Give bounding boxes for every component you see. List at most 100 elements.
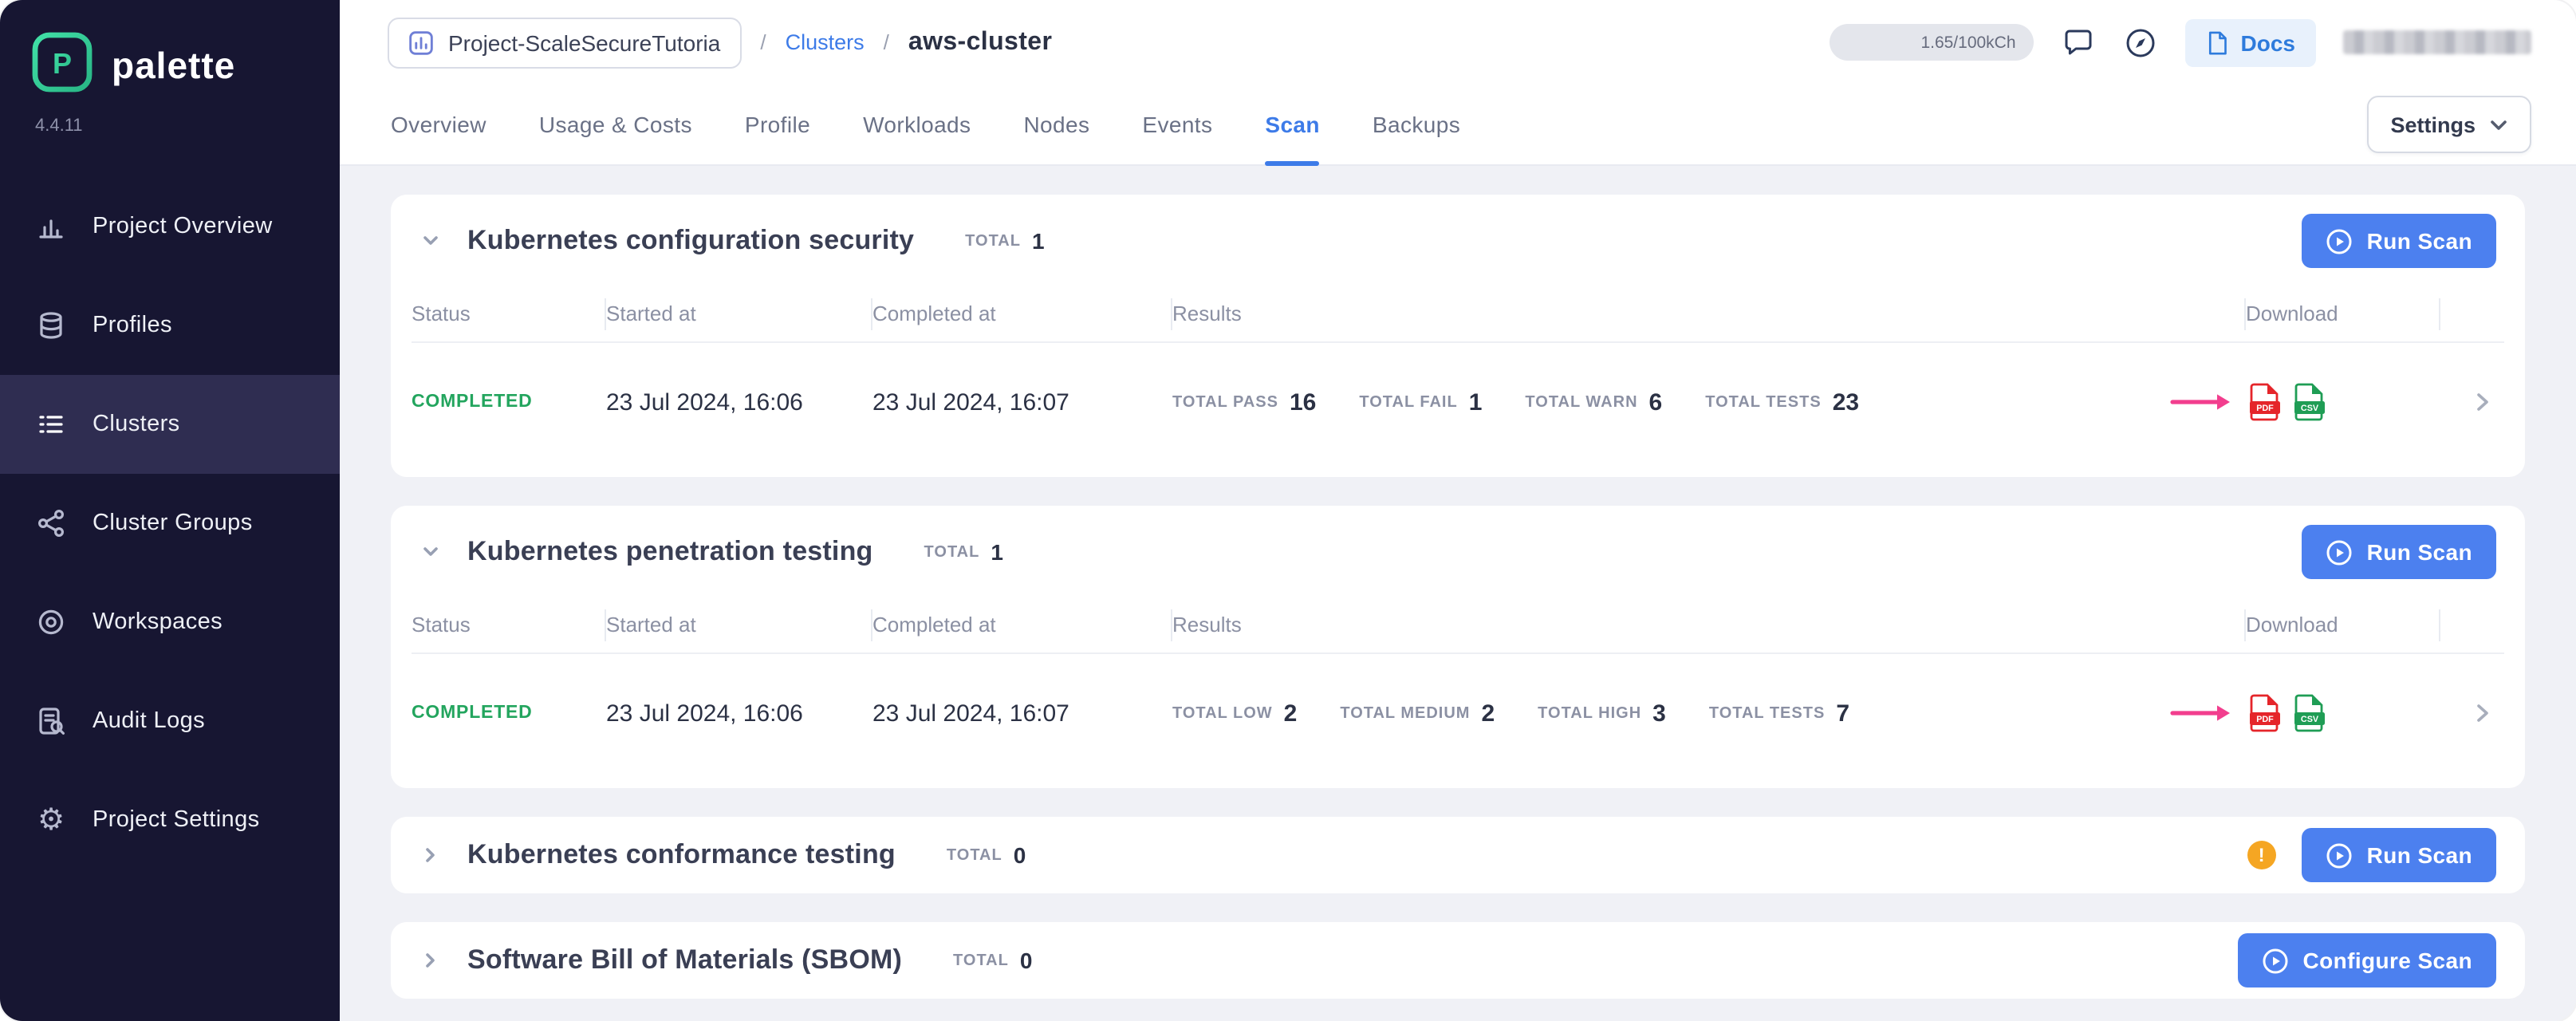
sidebar-item-project-overview[interactable]: Project Overview xyxy=(0,177,340,276)
project-chip-label: Project-ScaleSecureTutoria xyxy=(448,30,720,55)
col-status: Status xyxy=(412,298,606,331)
total-badge: TOTAL 0 xyxy=(947,842,1026,868)
sidebar-item-label: Workspaces xyxy=(93,609,223,635)
version-label: 4.4.11 xyxy=(0,116,340,136)
tab-usage-costs[interactable]: Usage & Costs xyxy=(539,85,692,164)
col-actions xyxy=(2440,609,2504,642)
sidebar-item-clusters[interactable]: Clusters xyxy=(0,375,340,474)
pdf-download-icon[interactable]: PDF xyxy=(2249,694,2281,732)
breadcrumb-clusters-link[interactable]: Clusters xyxy=(786,30,865,54)
tab-backups[interactable]: Backups xyxy=(1373,85,1460,164)
tab-nodes[interactable]: Nodes xyxy=(1023,85,1089,164)
run-scan-button[interactable]: Run Scan xyxy=(2302,214,2496,268)
sidebar-nav: Project Overview Profiles Clusters Clust… xyxy=(0,177,340,869)
usage-pill-value: 1.65/100kCh xyxy=(1920,33,2015,52)
chevron-down-icon[interactable] xyxy=(419,230,442,252)
chat-icon[interactable] xyxy=(2061,25,2096,60)
chevron-right-icon[interactable] xyxy=(419,949,442,972)
tab-profile[interactable]: Profile xyxy=(745,85,810,164)
compass-help-icon[interactable] xyxy=(2123,25,2158,60)
scan-table: Status Started at Completed at Results D… xyxy=(391,287,2525,477)
total-badge: TOTAL 0 xyxy=(953,948,1032,973)
sidebar: P palette 4.4.11 Project Overview Profil… xyxy=(0,0,340,1021)
palette-logo-icon[interactable]: P xyxy=(32,32,93,101)
tab-workloads[interactable]: Workloads xyxy=(863,85,971,164)
sidebar-item-workspaces[interactable]: Workspaces xyxy=(0,573,340,672)
play-icon xyxy=(2326,842,2353,869)
col-started-at: Started at xyxy=(606,298,872,331)
user-account-redacted[interactable] xyxy=(2343,30,2531,54)
tab-events[interactable]: Events xyxy=(1142,85,1212,164)
scan-content: Kubernetes configuration security TOTAL … xyxy=(340,166,2576,1021)
chevron-down-icon[interactable] xyxy=(419,541,442,563)
col-completed-at: Completed at xyxy=(872,298,1172,331)
warning-icon[interactable] xyxy=(2247,841,2276,869)
svg-text:CSV: CSV xyxy=(2301,404,2319,413)
workspaces-icon xyxy=(35,606,67,638)
csv-download-icon[interactable]: CSV xyxy=(2294,383,2326,421)
run-scan-button[interactable]: Run Scan xyxy=(2302,525,2496,579)
scan-section-conformance-testing: Kubernetes conformance testing TOTAL 0 R… xyxy=(391,817,2525,893)
layers-icon xyxy=(35,309,67,341)
svg-text:PDF: PDF xyxy=(2256,404,2274,413)
status-badge: COMPLETED xyxy=(412,704,606,723)
sidebar-item-label: Project Overview xyxy=(93,214,273,239)
cluster-tabs: Overview Usage & Costs Profile Workloads… xyxy=(391,85,1460,164)
project-chart-icon xyxy=(408,30,434,55)
docs-button[interactable]: Docs xyxy=(2185,18,2316,66)
breadcrumb-cluster-name: aws-cluster xyxy=(908,28,1053,57)
pdf-download-icon[interactable]: PDF xyxy=(2249,383,2281,421)
section-title: Kubernetes penetration testing xyxy=(467,536,873,568)
header-actions: 1.65/100kCh Docs xyxy=(1830,18,2531,66)
sidebar-item-label: Profiles xyxy=(93,313,172,338)
chevron-right-icon[interactable] xyxy=(2469,389,2504,415)
col-actions xyxy=(2440,298,2504,331)
cluster-groups-icon xyxy=(35,507,67,539)
docs-button-label: Docs xyxy=(2241,30,2295,55)
tab-scan[interactable]: Scan xyxy=(1265,85,1320,164)
scan-result-row[interactable]: COMPLETED 23 Jul 2024, 16:06 23 Jul 2024… xyxy=(412,343,2504,461)
breadcrumb-row: Project-ScaleSecureTutoria / Clusters / … xyxy=(340,0,2576,85)
section-header: Kubernetes conformance testing TOTAL 0 R… xyxy=(391,817,2525,893)
scan-result-row[interactable]: COMPLETED 23 Jul 2024, 16:06 23 Jul 2024… xyxy=(412,654,2504,772)
configure-scan-button[interactable]: Configure Scan xyxy=(2237,933,2496,987)
chevron-right-icon[interactable] xyxy=(419,844,442,866)
scan-table: Status Started at Completed at Results D… xyxy=(391,598,2525,788)
svg-text:PDF: PDF xyxy=(2256,715,2274,724)
total-badge: TOTAL 1 xyxy=(924,539,1003,565)
chevron-right-icon[interactable] xyxy=(2469,700,2504,726)
header: Project-ScaleSecureTutoria / Clusters / … xyxy=(340,0,2576,166)
run-scan-button[interactable]: Run Scan xyxy=(2302,828,2496,882)
sidebar-item-project-settings[interactable]: ⚙ Project Settings xyxy=(0,771,340,869)
sidebar-item-profiles[interactable]: Profiles xyxy=(0,276,340,375)
sidebar-item-audit-logs[interactable]: Audit Logs xyxy=(0,672,340,771)
col-download: Download xyxy=(2246,609,2440,642)
section-header: Kubernetes configuration security TOTAL … xyxy=(391,195,2525,287)
col-completed-at: Completed at xyxy=(872,609,1172,642)
project-selector-chip[interactable]: Project-ScaleSecureTutoria xyxy=(388,17,741,68)
section-header: Software Bill of Materials (SBOM) TOTAL … xyxy=(391,922,2525,999)
doc-icon xyxy=(2206,30,2228,55)
palette-app: P palette 4.4.11 Project Overview Profil… xyxy=(0,0,2576,1021)
clusters-icon xyxy=(35,408,67,440)
tab-overview[interactable]: Overview xyxy=(391,85,486,164)
download-cell: PDF CSV xyxy=(2246,694,2440,732)
scan-section-sbom: Software Bill of Materials (SBOM) TOTAL … xyxy=(391,922,2525,999)
scan-section-penetration-testing: Kubernetes penetration testing TOTAL 1 R… xyxy=(391,506,2525,788)
sidebar-item-cluster-groups[interactable]: Cluster Groups xyxy=(0,474,340,573)
section-title: Software Bill of Materials (SBOM) xyxy=(467,944,902,976)
completed-at-value: 23 Jul 2024, 16:07 xyxy=(872,700,1172,727)
table-header: Status Started at Completed at Results D… xyxy=(412,287,2504,343)
csv-download-icon[interactable]: CSV xyxy=(2294,694,2326,732)
status-badge: COMPLETED xyxy=(412,392,606,412)
settings-button-label: Settings xyxy=(2390,112,2476,136)
col-status: Status xyxy=(412,609,606,642)
settings-button[interactable]: Settings xyxy=(2366,96,2531,153)
section-header: Kubernetes penetration testing TOTAL 1 R… xyxy=(391,506,2525,598)
sidebar-item-label: Clusters xyxy=(93,412,180,437)
started-at-value: 23 Jul 2024, 16:06 xyxy=(606,388,872,416)
breadcrumb: Project-ScaleSecureTutoria / Clusters / … xyxy=(388,17,1052,68)
col-results: Results xyxy=(1172,609,2246,642)
total-badge: TOTAL 1 xyxy=(965,228,1044,254)
chevron-down-icon xyxy=(2490,119,2507,130)
